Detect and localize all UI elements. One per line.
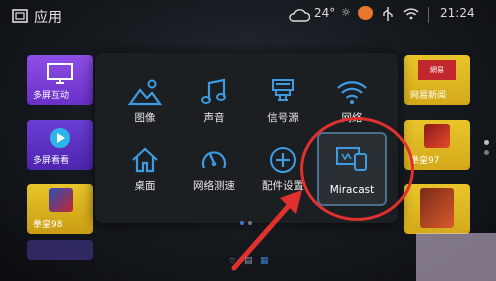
speed-gauge-icon [201, 151, 227, 169]
tile-kof97[interactable]: 拳皇97 [404, 120, 470, 170]
menu-item-desktop[interactable]: 桌面 [115, 146, 175, 208]
page-title: 应用 [34, 10, 62, 26]
clock-text: 21:24 [440, 6, 475, 20]
dock-grid-icon: ▦ [260, 256, 269, 266]
dock-menu-icon: ▤ [244, 256, 253, 266]
signal-source-icon [272, 79, 294, 101]
kof98-game-logo [49, 188, 73, 212]
tile-bottom-left[interactable] [27, 240, 93, 260]
status-divider [428, 7, 429, 23]
page-dot-active [240, 221, 244, 225]
tile-label: 拳皇98 [33, 220, 63, 230]
sun-icon: ☼ [341, 6, 351, 19]
home-icon [132, 147, 158, 173]
tile-multiscreen-watch[interactable]: 多屏看看 [27, 120, 93, 170]
fighting-game-logo [420, 188, 454, 228]
weather-cloud-icon [289, 9, 310, 22]
page-dot [248, 221, 252, 225]
kof97-game-logo [424, 124, 450, 148]
tile-label: 多屏看看 [33, 156, 70, 166]
wifi-icon [337, 81, 367, 104]
music-note-icon [201, 78, 226, 104]
side-page-dot [484, 140, 489, 145]
menu-item-label: 信号源 [267, 112, 299, 124]
netease-logo: 網易 [418, 60, 456, 80]
menu-item-image[interactable]: 图像 [115, 78, 175, 140]
tile-label: 多屏互动 [33, 91, 70, 101]
top-bar: 应用 24° ☼ 21:24 [0, 0, 496, 32]
netease-badge-text: 網易 [430, 66, 444, 74]
temperature-text: 24° [314, 6, 336, 20]
tile-netease-news[interactable]: 網易 网易新闻 [404, 55, 470, 105]
menu-item-label: 声音 [203, 112, 225, 124]
app-home-icon [12, 9, 28, 23]
image-icon [128, 79, 162, 106]
side-page-dot [484, 150, 489, 155]
highlight-ring [300, 117, 414, 221]
tile-kof98[interactable]: 拳皇98 [27, 184, 93, 234]
tile-fighting-game[interactable] [404, 184, 470, 234]
play-icon [50, 128, 70, 148]
usb-icon [383, 7, 393, 21]
tile-multiscreen-interact[interactable]: 多屏互动 [27, 55, 93, 105]
dock-wifi-icon: ⌔ [228, 257, 237, 267]
menu-item-signal-source[interactable]: 信号源 [253, 78, 313, 140]
tile-label: 网易新闻 [410, 91, 447, 101]
watermark-overlay [416, 233, 496, 281]
tile-label: 拳皇97 [410, 156, 440, 166]
menu-item-label: 桌面 [134, 180, 156, 192]
monitor-icon [47, 63, 73, 84]
wifi-status-icon [403, 8, 419, 20]
page-indicator [240, 210, 256, 229]
bottom-dock: ⌔ ▤ ▦ [228, 256, 272, 268]
plus-icon [270, 147, 296, 173]
menu-item-sound[interactable]: 声音 [184, 78, 244, 140]
menu-item-label: 图像 [134, 112, 156, 124]
notification-icon[interactable] [358, 6, 373, 20]
